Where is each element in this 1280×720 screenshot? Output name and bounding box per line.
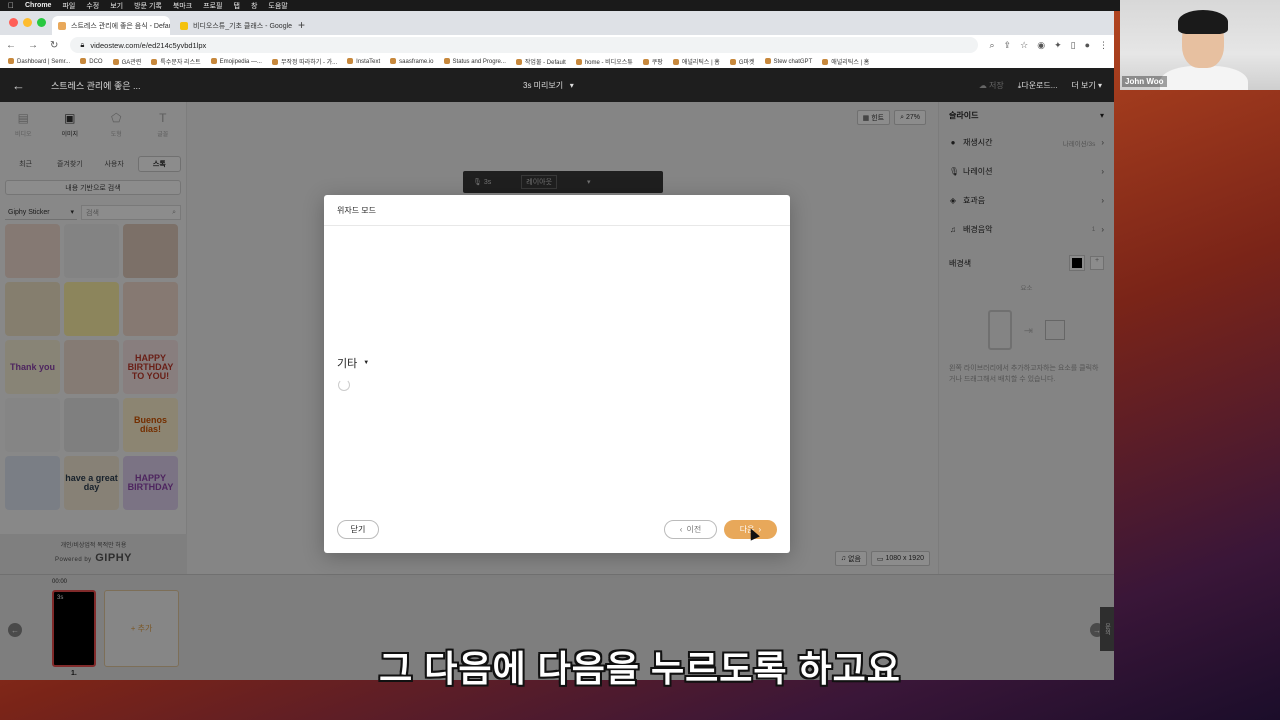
chevron-left-icon: ‹ — [679, 525, 683, 534]
app-header: ← 스트레스 관리에 좋은 ... 3s 미리보기 ▾ ☁︎ 저장 ⤓다운로드.… — [0, 68, 1114, 102]
prev-button[interactable]: ‹ 이전 — [664, 520, 717, 539]
address-bar-row: ← → ↻ 🔒︎ videostew.com/e/ed214c5yvbd1lpx… — [0, 35, 1114, 55]
close-button[interactable]: 닫기 — [337, 520, 379, 539]
menu-kebab-icon[interactable]: ⋮ — [1099, 40, 1108, 51]
bookmark-item[interactable]: 애널리틱스 | 홈 — [822, 57, 869, 66]
download-label: 다운로드... — [1021, 80, 1058, 90]
menubar-item[interactable]: 방문 기록 — [134, 1, 162, 11]
bookmark-item[interactable]: 애널리틱스 | 홈 — [673, 57, 720, 66]
favicon-icon — [58, 21, 66, 30]
bookmark-item[interactable]: saasframe.io — [390, 58, 433, 65]
chevron-down-icon: ▾ — [565, 80, 574, 90]
lock-icon: 🔒︎ — [80, 40, 85, 49]
category-label: 기타 — [337, 358, 358, 370]
zoom-icon[interactable]: ⌕ — [990, 40, 995, 51]
minimize-window-icon[interactable] — [23, 18, 32, 27]
bookmark-item[interactable]: Dashboard | Semr... — [8, 58, 70, 65]
tab-label: 비디오스튜_기초 클래스 - Google — [193, 22, 292, 30]
reload-icon[interactable]: ↻ — [50, 40, 58, 51]
header-actions: ☁︎ 저장 ⤓다운로드... 더 보기 ▾ — [979, 80, 1102, 91]
menubar-item[interactable]: 파일 — [62, 1, 75, 11]
profile-avatar[interactable]: ● — [1085, 40, 1090, 51]
new-tab-icon[interactable]: + — [298, 18, 305, 32]
browser-tab[interactable]: 비디오스튜_기초 클래스 - Google ✕ — [174, 16, 292, 35]
menubar-item[interactable]: 북마크 — [173, 1, 192, 11]
preview-label: 3s 미리보기 — [523, 80, 564, 90]
menubar-item[interactable]: 보기 — [110, 1, 123, 11]
favicon-icon — [180, 21, 188, 30]
bookmark-item[interactable]: 쿠팡 — [643, 57, 663, 66]
presenter-hair — [1178, 10, 1228, 34]
bookmark-item[interactable]: Stew chatGPT — [765, 58, 813, 65]
bookmark-item[interactable]: G마켓 — [730, 57, 755, 66]
close-window-icon[interactable] — [9, 18, 18, 27]
bookmark-item[interactable]: Emojipedia —... — [211, 58, 262, 65]
sidebar-icon[interactable]: ▯ — [1071, 40, 1076, 51]
url-text: videostew.com/e/ed214c5yvbd1lpx — [90, 40, 207, 50]
loading-spinner-icon — [338, 379, 350, 391]
bookmark-item[interactable]: DCO — [80, 58, 102, 65]
browser-tab-active[interactable]: 스트레스 관리에 좋은 음식 - Default ✕ — [52, 16, 170, 35]
macos-menubar:  Chrome 파일 수정 보기 방문 기록 북마크 프로필 탭 창 도움말 — [0, 0, 1280, 11]
browser-toolbar: ⌕ ⇪ ☆ ◉ ✦ ▯ ● ⋮ — [990, 40, 1108, 51]
presenter-body — [1160, 66, 1248, 90]
chevron-right-icon: › — [758, 525, 762, 534]
apple-icon[interactable]:  — [8, 1, 14, 10]
bookmark-item[interactable]: Status and Progre... — [444, 58, 506, 65]
menubar-item[interactable]: 수정 — [86, 1, 99, 11]
bookmark-item[interactable]: 무작정 따라하기 - 가... — [272, 57, 337, 66]
menubar-item[interactable]: 도움말 — [268, 1, 287, 11]
window-controls — [9, 18, 46, 27]
bookmark-item[interactable]: 작업물 - Default — [516, 57, 566, 66]
webcam-overlay: John Woo — [1120, 0, 1280, 90]
url-bar[interactable]: 🔒︎ videostew.com/e/ed214c5yvbd1lpx — [70, 37, 978, 53]
more-label: 더 보기 — [1071, 80, 1096, 90]
extension-icon[interactable]: ◉ — [1037, 40, 1045, 51]
modal-title: 위자드 모드 — [337, 205, 377, 215]
back-icon[interactable]: ← — [6, 40, 16, 51]
bookmarks-bar: Dashboard | Semr... DCO GA관련 특수문자 리스트 Emojip… — [0, 55, 1114, 69]
category-dropdown[interactable]: 기타 ▼ — [337, 355, 369, 371]
puzzle-icon[interactable]: ✦ — [1054, 40, 1062, 51]
tab-bar: 스트레스 관리에 좋은 음식 - Default ✕ 비디오스튜_기초 클래스 … — [0, 11, 1114, 35]
project-title[interactable]: 스트레스 관리에 좋은 ... — [51, 79, 141, 92]
menubar-item-app[interactable]: Chrome — [25, 2, 51, 9]
video-caption: 그 다음에 다음을 누르도록 하고요 — [379, 648, 901, 689]
share-icon[interactable]: ⇪ — [1004, 40, 1012, 51]
bookmark-item[interactable]: 특수문자 리스트 — [151, 57, 200, 66]
back-arrow-icon[interactable]: ← — [12, 78, 25, 93]
presenter-name: John Woo — [1122, 76, 1167, 87]
download-button[interactable]: ⤓다운로드... — [1018, 80, 1058, 91]
menubar-item[interactable]: 프로필 — [203, 1, 222, 11]
bookmark-star-icon[interactable]: ☆ — [1020, 40, 1028, 51]
bookmark-item[interactable]: home - 비디오스튜 — [576, 57, 633, 66]
bookmark-item[interactable]: InstaText — [347, 58, 380, 65]
save-button[interactable]: ☁︎ 저장 — [979, 80, 1004, 91]
maximize-window-icon[interactable] — [37, 18, 46, 27]
menubar-item[interactable]: 창 — [251, 1, 257, 11]
caret-down-icon: ▼ — [363, 360, 370, 366]
more-button[interactable]: 더 보기 ▾ — [1071, 80, 1102, 91]
bookmark-item[interactable]: GA관련 — [113, 57, 142, 66]
save-label: 저장 — [989, 80, 1004, 90]
tab-label: 스트레스 관리에 좋은 음식 - Default — [71, 22, 170, 30]
menubar-item[interactable]: 탭 — [234, 1, 240, 11]
preview-button[interactable]: 3s 미리보기 ▾ — [523, 80, 574, 91]
prev-label: 이전 — [686, 525, 702, 534]
forward-icon[interactable]: → — [28, 40, 38, 51]
wizard-modal: 위자드 모드 기타 ▼ 닫기 ‹ 이전 다음 › — [324, 195, 790, 553]
modal-header: 위자드 모드 — [324, 195, 790, 226]
